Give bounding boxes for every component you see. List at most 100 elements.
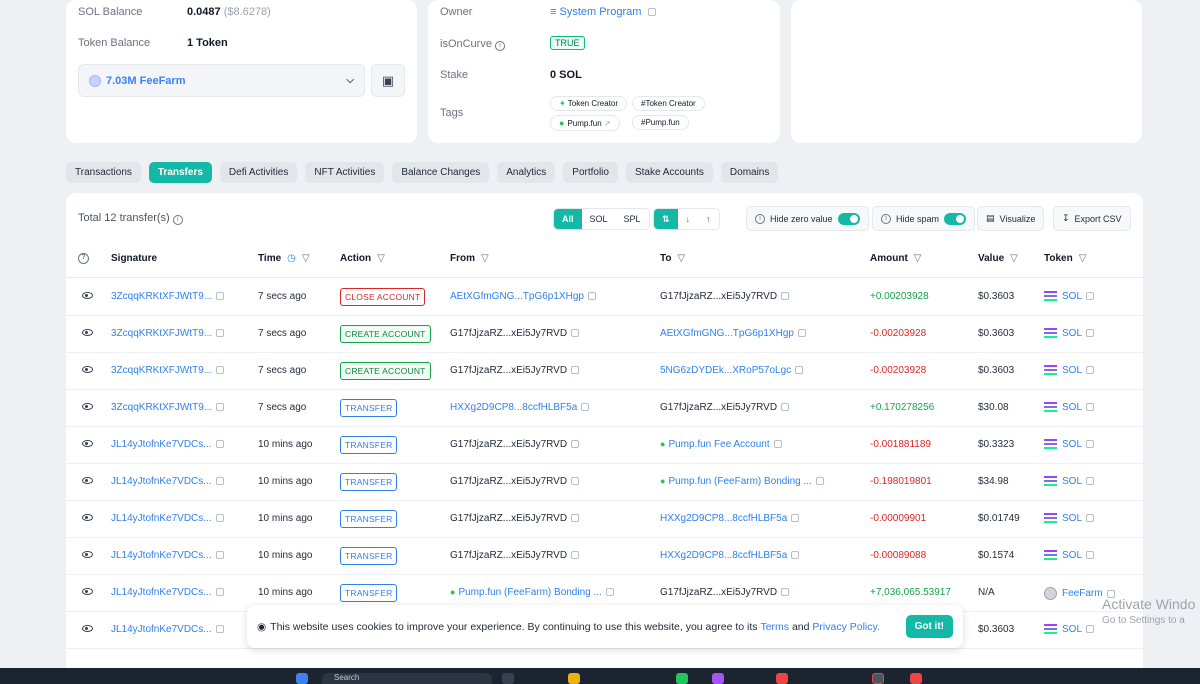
copy-icon[interactable] [648, 8, 657, 17]
signature-link[interactable]: JL14yJtofnKe7VDCs... [111, 513, 224, 524]
token-select[interactable]: 7.03M FeeFarm ⌵ [78, 64, 365, 97]
tab-analytics[interactable]: Analytics [497, 162, 556, 183]
signature-link[interactable]: 3ZcqqKRKtXFJWtT9... [111, 291, 225, 302]
copy-icon[interactable] [216, 329, 225, 338]
eye-icon[interactable] [82, 366, 93, 373]
copy-icon[interactable] [1086, 440, 1095, 449]
copy-icon[interactable] [781, 588, 790, 597]
copy-icon[interactable] [215, 514, 224, 523]
eye-icon[interactable] [82, 625, 93, 632]
eye-icon[interactable] [82, 403, 93, 410]
tab-nft-activities[interactable]: NFT Activities [305, 162, 385, 183]
tab-domains[interactable]: Domains [720, 162, 779, 183]
info-icon[interactable]: i [495, 41, 506, 51]
copy-icon[interactable] [1086, 551, 1095, 560]
filter-icon[interactable]: ▽ [481, 253, 489, 264]
browser-icon[interactable] [910, 673, 922, 684]
copy-icon[interactable] [781, 403, 790, 412]
windows-start-icon[interactable] [296, 673, 308, 684]
eye-icon[interactable] [82, 292, 93, 299]
copy-icon[interactable] [216, 366, 225, 375]
hide-spam-toggle[interactable]: i Hide spam [872, 206, 976, 231]
tab-defi-activities[interactable]: Defi Activities [219, 162, 298, 183]
copy-icon[interactable] [216, 403, 225, 412]
owner-link[interactable]: ≡ System Program [550, 6, 657, 18]
to-address[interactable]: HXXg2D9CP8...8ccfHLBF5a [660, 550, 800, 561]
eye-icon[interactable] [82, 477, 93, 484]
from-address[interactable]: G17fJjzaRZ...xEi5Jy7RVD [450, 439, 580, 450]
help-icon[interactable]: ? [78, 253, 89, 264]
copy-icon[interactable] [1086, 366, 1095, 375]
arrow-down-icon[interactable]: ↓ [678, 209, 699, 229]
privacy-link[interactable]: Privacy Policy. [812, 621, 880, 633]
clock-icon[interactable]: ◷ [287, 253, 296, 264]
export-csv-button[interactable]: ↧ Export CSV [1053, 206, 1131, 231]
to-address[interactable]: ● Pump.fun Fee Account [660, 439, 782, 450]
copy-icon[interactable] [795, 366, 804, 375]
copy-icon[interactable] [1086, 403, 1095, 412]
copy-icon[interactable] [773, 440, 782, 449]
copy-icon[interactable] [1086, 329, 1095, 338]
tab-transfers[interactable]: Transfers [148, 162, 212, 183]
token-link[interactable]: SOL [1044, 365, 1095, 376]
token-link[interactable]: SOL [1044, 476, 1095, 487]
from-address[interactable]: AEtXGfmGNG...TpG6p1XHgp [450, 291, 596, 302]
signature-link[interactable]: JL14yJtofnKe7VDCs... [111, 550, 224, 561]
token-link[interactable]: SOL [1044, 550, 1095, 561]
signature-link[interactable]: JL14yJtofnKe7VDCs... [111, 439, 224, 450]
filter-spl[interactable]: SPL [616, 209, 649, 229]
token-link[interactable]: SOL [1044, 328, 1095, 339]
copy-icon[interactable] [1086, 514, 1095, 523]
signature-link[interactable]: 3ZcqqKRKtXFJWtT9... [111, 328, 225, 339]
copy-icon[interactable] [571, 477, 580, 486]
tab-stake-accounts[interactable]: Stake Accounts [625, 162, 713, 183]
chrome-icon[interactable] [776, 673, 788, 684]
from-address[interactable]: G17fJjzaRZ...xEi5Jy7RVD [450, 328, 580, 339]
token-link[interactable]: SOL [1044, 291, 1095, 302]
copy-icon[interactable] [581, 403, 590, 412]
eye-icon[interactable] [82, 551, 93, 558]
copy-icon[interactable] [1086, 625, 1095, 634]
filter-icon[interactable]: ▽ [377, 253, 385, 264]
copy-icon[interactable] [215, 551, 224, 560]
from-address[interactable]: ● Pump.fun (FeeFarm) Bonding ... [450, 587, 614, 598]
folder-icon[interactable] [568, 673, 580, 684]
tag-token-creator[interactable]: ✦ Token Creator [550, 96, 628, 111]
filter-icon[interactable]: ▽ [1079, 253, 1087, 264]
toggle-switch[interactable] [837, 212, 860, 225]
copy-icon[interactable] [791, 551, 800, 560]
got-it-button[interactable]: Got it! [905, 615, 953, 638]
token-link[interactable]: SOL [1044, 439, 1095, 450]
tag-hash-pump-fun[interactable]: #Pump.fun [632, 115, 689, 130]
from-address[interactable]: HXXg2D9CP8...8ccfHLBF5a [450, 402, 590, 413]
app-icon[interactable] [872, 673, 884, 684]
to-address[interactable]: G17fJjzaRZ...xEi5Jy7RVD [660, 402, 790, 413]
arrow-up-icon[interactable]: ↑ [698, 209, 719, 229]
copy-icon[interactable] [571, 440, 580, 449]
from-address[interactable]: G17fJjzaRZ...xEi5Jy7RVD [450, 476, 580, 487]
signature-link[interactable]: JL14yJtofnKe7VDCs... [111, 476, 224, 487]
signature-link[interactable]: 3ZcqqKRKtXFJWtT9... [111, 402, 225, 413]
eye-icon[interactable] [82, 514, 93, 521]
hide-zero-toggle[interactable]: i Hide zero value [746, 206, 869, 231]
copy-icon[interactable] [1086, 292, 1095, 301]
tag-pump-fun[interactable]: ● Pump.fun ↗ [550, 115, 620, 131]
toggle-switch[interactable] [944, 212, 967, 225]
copy-icon[interactable] [571, 551, 580, 560]
to-address[interactable]: G17fJjzaRZ...xEi5Jy7RVD [660, 587, 790, 598]
tag-hash-token-creator[interactable]: #Token Creator [632, 96, 705, 111]
token-link[interactable]: SOL [1044, 402, 1095, 413]
tab-portfolio[interactable]: Portfolio [563, 162, 618, 183]
to-address[interactable]: AEtXGfmGNG...TpG6p1XHgp [660, 328, 806, 339]
taskbar-search[interactable]: Search [322, 673, 492, 684]
copy-icon[interactable] [571, 366, 580, 375]
filter-sol[interactable]: SOL [582, 209, 616, 229]
from-address[interactable]: G17fJjzaRZ...xEi5Jy7RVD [450, 513, 580, 524]
copy-icon[interactable] [1086, 477, 1095, 486]
copy-icon[interactable] [815, 477, 824, 486]
copy-icon[interactable] [215, 625, 224, 634]
signature-link[interactable]: JL14yJtofnKe7VDCs... [111, 587, 224, 598]
app-icon[interactable] [502, 673, 514, 684]
copy-icon[interactable] [215, 588, 224, 597]
token-link[interactable]: SOL [1044, 624, 1095, 635]
